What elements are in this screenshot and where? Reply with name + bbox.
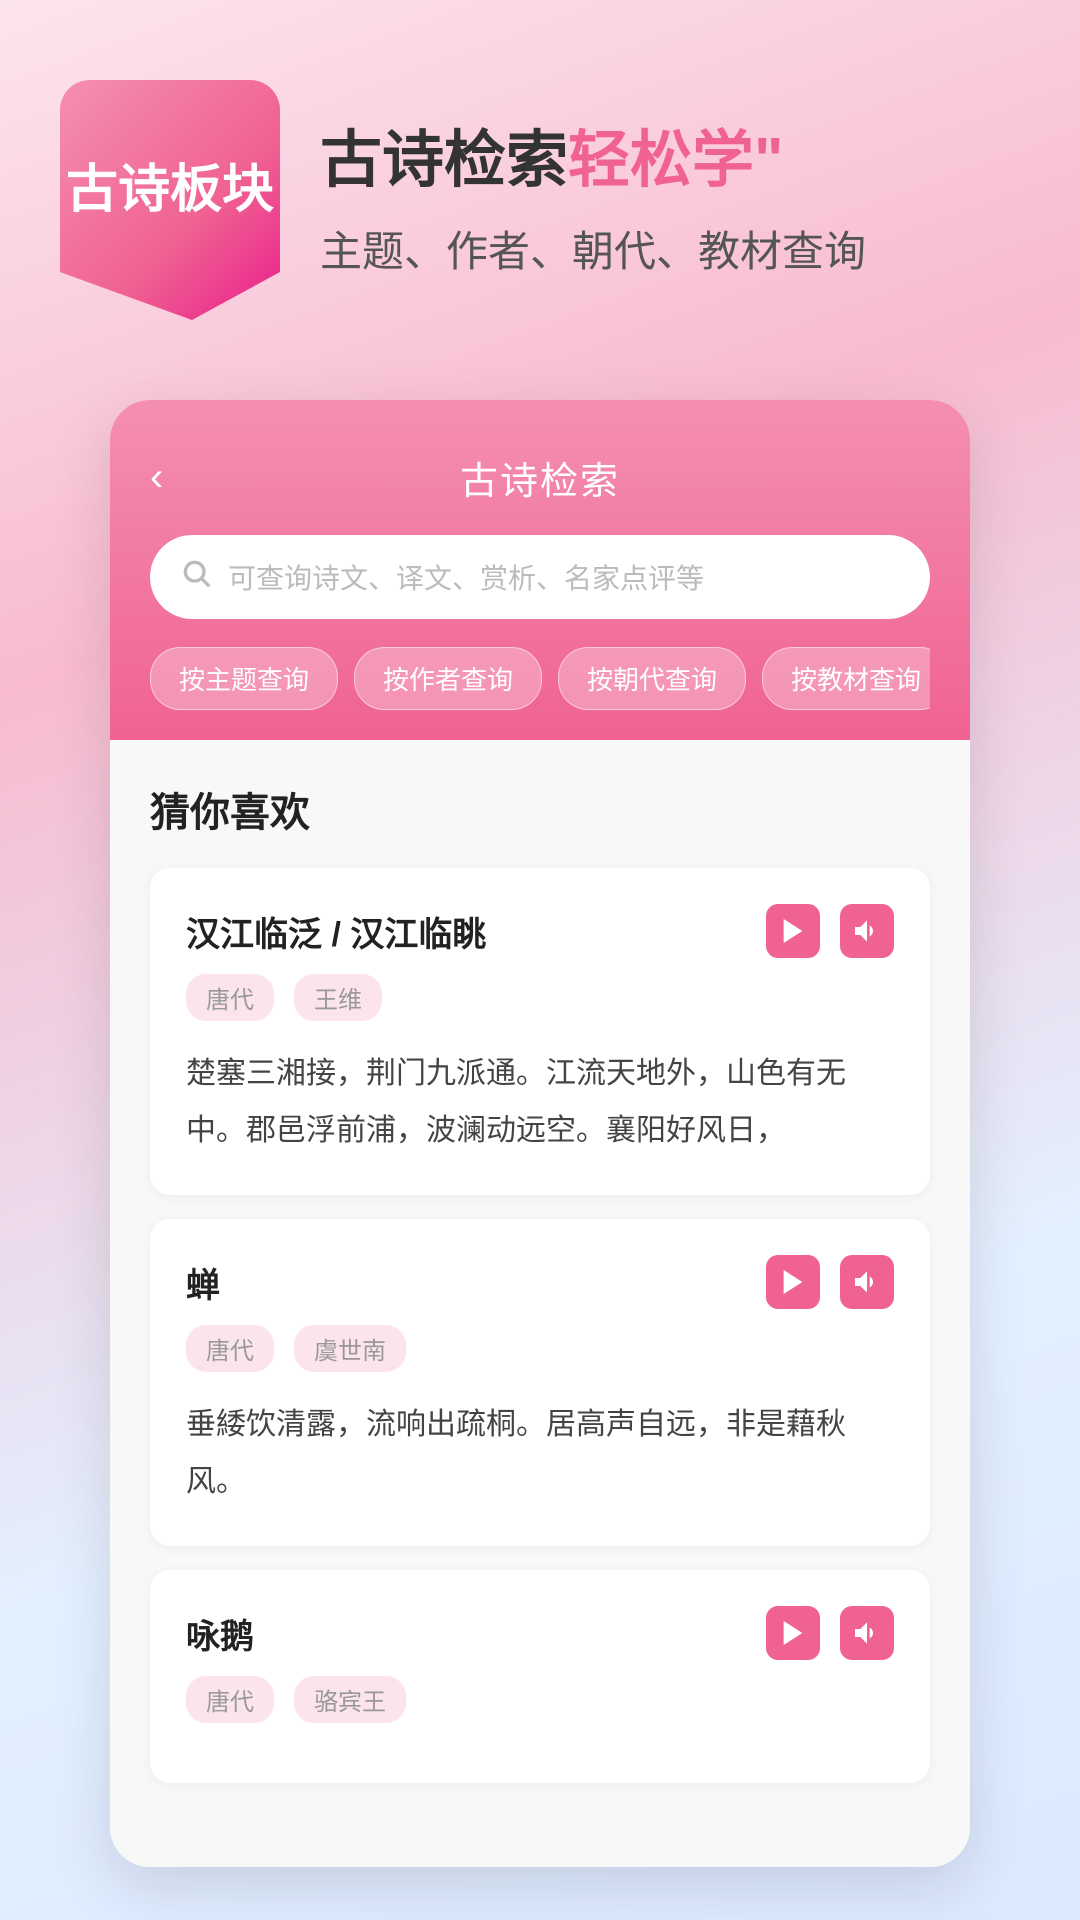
- dynasty-tag: 唐代: [186, 1325, 274, 1372]
- poem-card-header: 汉江临泛 / 汉江临眺: [186, 904, 894, 958]
- poem-meta: 唐代 骆宾王: [186, 1676, 894, 1723]
- filter-tab-textbook[interactable]: 按教材查询: [762, 647, 930, 710]
- play-video-button[interactable]: [766, 1606, 820, 1660]
- poem-title: 汉江临泛 / 汉江临眺: [186, 907, 486, 956]
- poem-actions: [766, 904, 894, 958]
- poem-actions: [766, 1255, 894, 1309]
- badge-line1: 古诗: [66, 159, 170, 221]
- poem-card: 蝉 唐代 虞世南 垂緌饮清露，流响出疏桐。居高声自远，非是藉秋风。: [150, 1219, 930, 1546]
- poem-title: 咏鹅: [186, 1609, 254, 1658]
- back-button[interactable]: ‹: [150, 455, 163, 500]
- author-tag: 虞世南: [294, 1325, 406, 1372]
- filter-tab-theme[interactable]: 按主题查询: [150, 647, 338, 710]
- content-area: 猜你喜欢 汉江临泛 / 汉江临眺 唐代 王维 楚塞三湘接，荆门九派通。江流天地外…: [110, 740, 970, 1867]
- play-video-button[interactable]: [766, 904, 820, 958]
- play-audio-button[interactable]: [840, 1606, 894, 1660]
- author-tag: 王维: [294, 974, 382, 1021]
- hero-title-normal: 古诗检索: [320, 126, 568, 195]
- section-title: 猜你喜欢: [150, 780, 930, 838]
- author-tag: 骆宾王: [294, 1676, 406, 1723]
- filter-tab-dynasty[interactable]: 按朝代查询: [558, 647, 746, 710]
- phone-mockup: ‹ 古诗检索 可查询诗文、译文、赏析、名家点评等 按主题查询 按作者查询 按朝代…: [110, 400, 970, 1867]
- search-icon: [180, 557, 212, 597]
- poem-meta: 唐代 王维: [186, 974, 894, 1021]
- app-title: 古诗检索: [460, 450, 620, 505]
- app-header: ‹ 古诗检索 可查询诗文、译文、赏析、名家点评等 按主题查询 按作者查询 按朝代…: [110, 400, 970, 740]
- play-audio-button[interactable]: [840, 1255, 894, 1309]
- dynasty-tag: 唐代: [186, 974, 274, 1021]
- poem-content: 楚塞三湘接，荆门九派通。江流天地外，山色有无中。郡邑浮前浦，波澜动远空。襄阳好风…: [186, 1045, 894, 1159]
- filter-tabs: 按主题查询 按作者查询 按朝代查询 按教材查询: [150, 647, 930, 710]
- play-video-button[interactable]: [766, 1255, 820, 1309]
- poem-card-header: 咏鹅: [186, 1606, 894, 1660]
- poem-actions: [766, 1606, 894, 1660]
- poem-card-header: 蝉: [186, 1255, 894, 1309]
- poem-title: 蝉: [186, 1258, 220, 1307]
- app-badge: 古诗 板块: [60, 80, 280, 320]
- poem-content: 垂緌饮清露，流响出疏桐。居高声自远，非是藉秋风。: [186, 1396, 894, 1510]
- poem-meta: 唐代 虞世南: [186, 1325, 894, 1372]
- dynasty-tag: 唐代: [186, 1676, 274, 1723]
- poem-card: 汉江临泛 / 汉江临眺 唐代 王维 楚塞三湘接，荆门九派通。江流天地外，山色有无…: [150, 868, 930, 1195]
- play-audio-button[interactable]: [840, 904, 894, 958]
- search-placeholder: 可查询诗文、译文、赏析、名家点评等: [228, 557, 704, 597]
- filter-tab-author[interactable]: 按作者查询: [354, 647, 542, 710]
- hero-title-highlight: 轻松学: [568, 126, 754, 195]
- poem-card: 咏鹅 唐代 骆宾王: [150, 1570, 930, 1783]
- hero-text: 古诗检索轻松学" 主题、作者、朝代、教材查询: [320, 121, 1020, 279]
- hero-subtitle: 主题、作者、朝代、教材查询: [320, 218, 1020, 279]
- hero-title: 古诗检索轻松学": [320, 121, 1020, 202]
- hero-title-quote: ": [754, 126, 783, 195]
- app-header-top: ‹ 古诗检索: [150, 450, 930, 505]
- search-bar[interactable]: 可查询诗文、译文、赏析、名家点评等: [150, 535, 930, 619]
- badge-line2: 板块: [170, 159, 274, 221]
- hero-section: 古诗 板块 古诗检索轻松学" 主题、作者、朝代、教材查询: [0, 0, 1080, 380]
